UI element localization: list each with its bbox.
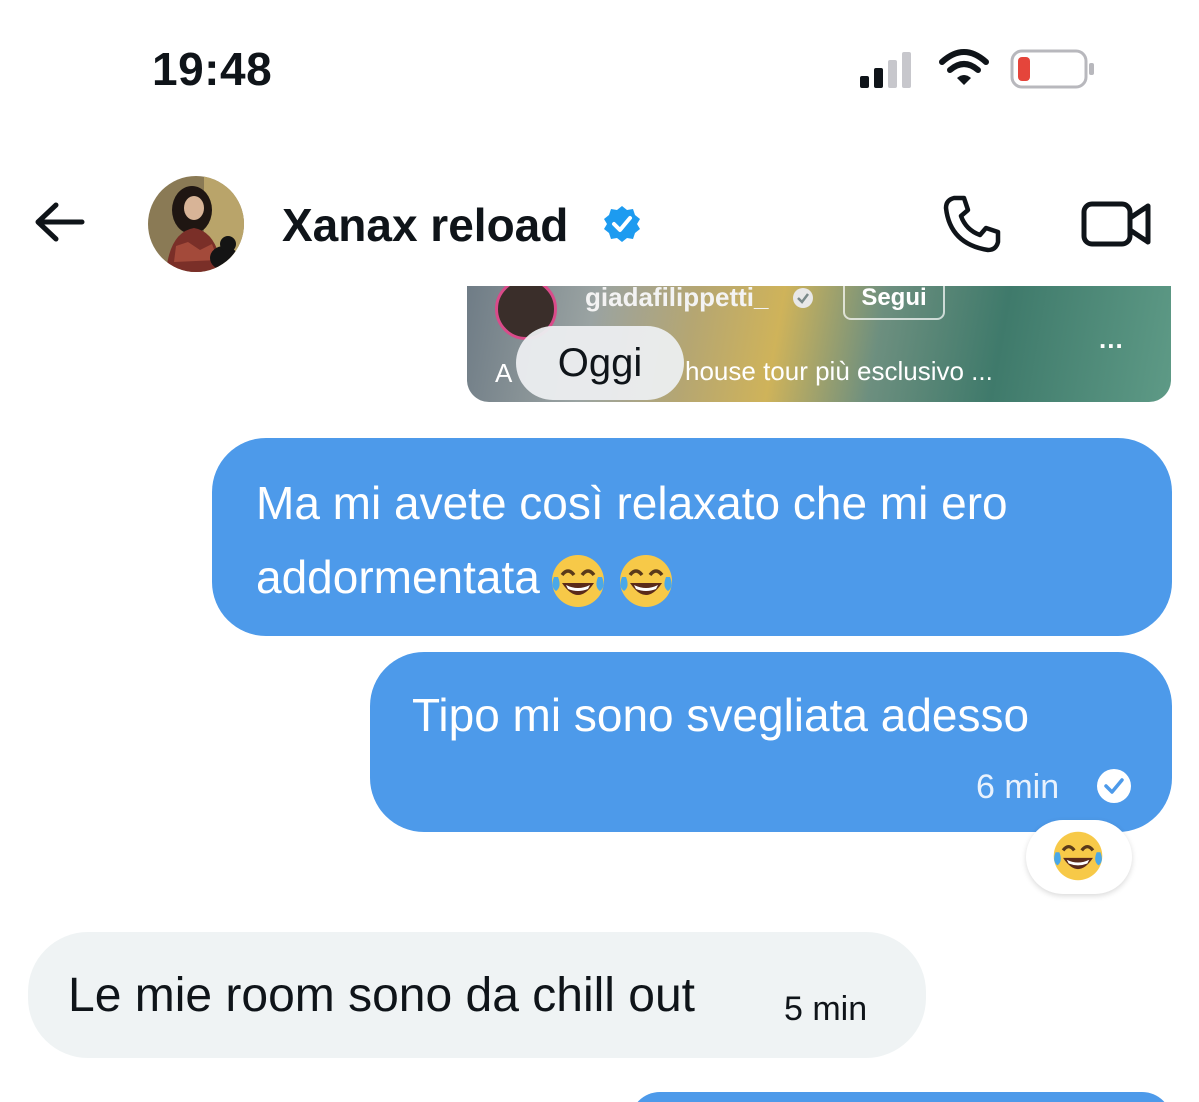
- back-arrow-icon[interactable]: [30, 196, 90, 248]
- outgoing-message-bubble[interactable]: [630, 1092, 1172, 1102]
- message-text: Le mie room sono da chill out: [68, 969, 695, 1022]
- dm-conversation-screen: 19:48 Xanax reload giadafilippetti_ Segu…: [0, 0, 1199, 1102]
- date-separator: Oggi: [516, 326, 684, 400]
- laughing-crying-emoji-icon: [551, 554, 604, 607]
- wifi-icon: [939, 49, 989, 85]
- video-call-icon[interactable]: [1080, 196, 1152, 252]
- verified-badge-icon: [793, 288, 813, 308]
- status-time: 19:48: [152, 43, 273, 95]
- phone-call-icon[interactable]: [940, 192, 1004, 256]
- message-timestamp: 5 min: [784, 990, 868, 1028]
- outgoing-message-bubble[interactable]: Ma mi avete così relaxato che mi ero add…: [212, 438, 1172, 636]
- battery-low-icon: [1010, 49, 1094, 89]
- message-text: addormentata: [256, 551, 540, 603]
- cellular-signal-icon: [860, 52, 911, 88]
- verified-badge-icon: [604, 206, 640, 242]
- post-caption: house tour più esclusivo ...: [685, 356, 993, 386]
- laughing-crying-emoji-icon: [619, 554, 672, 607]
- outgoing-message-bubble[interactable]: Tipo mi sono svegliata adesso 6 min: [370, 652, 1172, 832]
- contact-avatar[interactable]: [148, 176, 244, 272]
- post-caption-prefix: A: [495, 358, 513, 388]
- message-text-line: Ma mi avete così relaxato che mi ero: [256, 477, 1008, 529]
- message-reaction[interactable]: [1026, 820, 1132, 894]
- read-check-icon: [1097, 769, 1131, 803]
- contact-name[interactable]: Xanax reload: [282, 198, 568, 252]
- message-text: Tipo mi sono svegliata adesso: [412, 689, 1030, 741]
- laughing-crying-emoji-icon: [1053, 831, 1103, 881]
- more-options-icon[interactable]: ...: [1099, 324, 1124, 355]
- incoming-message-bubble[interactable]: Le mie room sono da chill out 5 min: [28, 932, 926, 1058]
- follow-button[interactable]: Segui: [843, 286, 945, 320]
- message-text-line: addormentata: [256, 550, 676, 611]
- message-timestamp: 6 min: [976, 768, 1060, 806]
- post-username: giadafilippetti_: [585, 286, 769, 312]
